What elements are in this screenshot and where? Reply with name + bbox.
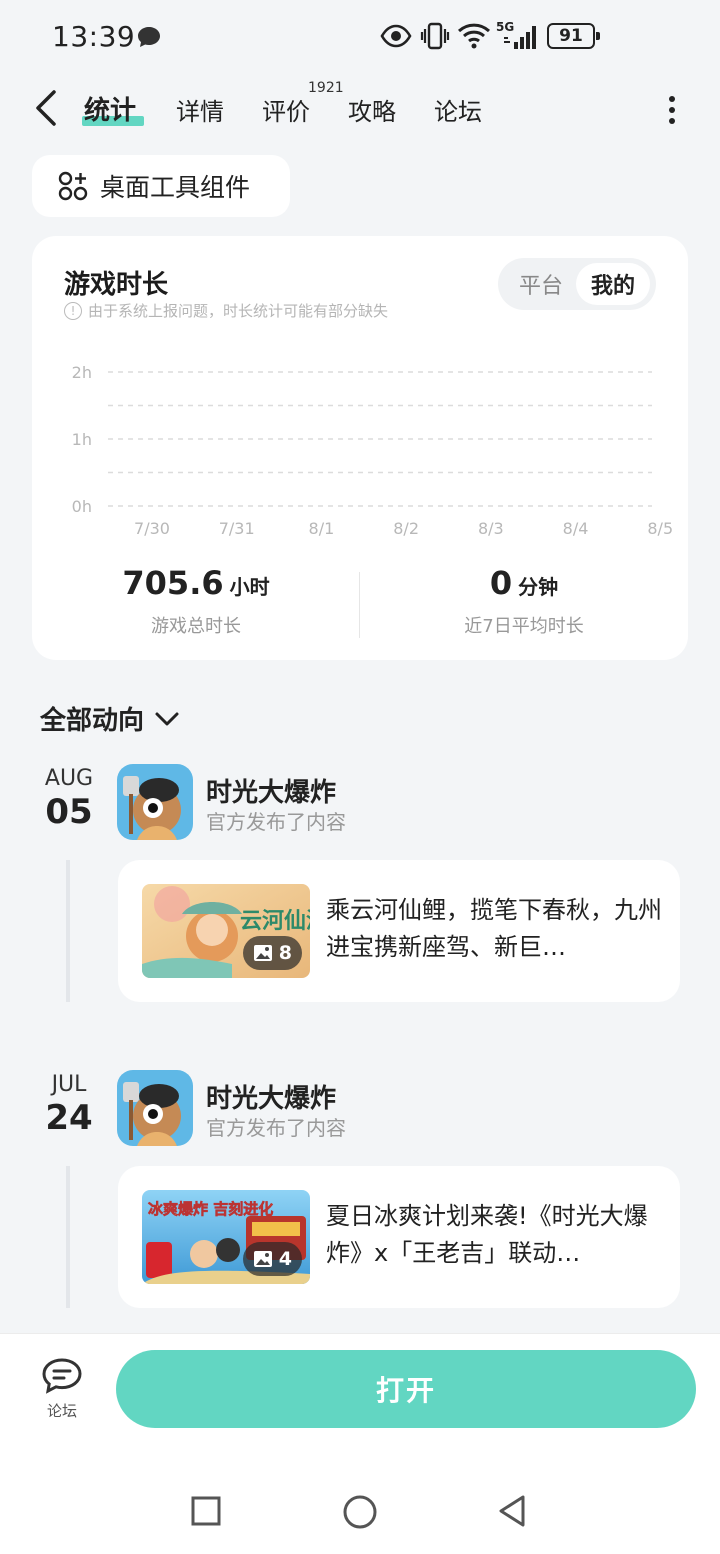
post-text: 夏日冰爽计划来袭!《时光大爆炸》x「王老吉」联动… [326,1202,648,1267]
wifi-icon [457,23,491,49]
y-tick-label: 2h [72,363,92,382]
signal-icon [504,26,536,49]
total-label: 游戏总时长 [151,616,241,637]
y-tick-label: 1h [72,430,92,449]
recent-apps-icon[interactable] [190,1495,222,1527]
average-play-time: 0 分钟 近7日平均时长 [360,564,688,638]
feed-filter-dropdown[interactable]: 全部动向 [40,700,180,737]
battery-icon: 91 [547,23,600,49]
thumb-title-text: 云河仙济 录 [240,908,310,934]
feed-filter-label: 全部动向 [40,706,145,736]
feed-subtitle: 官方发布了内容 [206,1116,346,1140]
timeline-line [66,1166,70,1308]
bottom-action-bar: 论坛 打开 [0,1333,720,1453]
toggle-mine[interactable]: 我的 [576,263,650,305]
tab-details[interactable]: 详情 [176,92,224,127]
post-card[interactable]: 冰爽爆炸 吉刻进化 4 夏日冰爽计划来袭!《时光大爆炸》x「王老吉」联动… [118,1166,680,1308]
post-card[interactable]: 云河仙济 录 8 乘云河仙鲤，揽笔下春秋，九州进宝携新座驾、新巨… [118,860,680,1002]
feed-date-month: JUL [51,1072,87,1097]
app-screen: 13:39 5G 91 统计 详情 评价 1921 攻略 论坛 桌面工具组件 游… [0,0,720,1554]
chevron-down-icon [155,712,179,725]
feed-item: AUG 05 时光大爆炸 官方发布了内容 云河仙 8 乘云河仙鲤，揽笔下春秋，九… [0,760,720,1010]
image-count: 4 [278,1248,292,1270]
play-time-note: ! 由于系统上报问题，时长统计可能有部分缺失 [64,300,388,321]
game-avatar[interactable] [117,764,193,840]
image-icon [253,945,272,961]
vibrate-icon [420,22,450,50]
open-game-button[interactable]: 打开 [116,1350,696,1428]
grid-add-icon [58,171,88,201]
play-time-title: 游戏时长 [64,270,169,300]
x-tick-label: 8/2 [393,519,419,538]
x-tick-label: 8/1 [309,519,335,538]
back-icon[interactable] [496,1493,528,1529]
forum-button[interactable]: 论坛 [36,1356,88,1421]
header-tabs: 统计 详情 评价 1921 攻略 论坛 [0,76,720,140]
post-thumbnail: 云河仙济 录 8 [142,884,310,978]
x-tick-label: 8/3 [478,519,504,538]
game-name[interactable]: 时光大爆炸 [206,772,336,809]
toggle-platform[interactable]: 平台 [504,263,578,305]
info-icon: ! [64,301,82,320]
play-time-note-text: 由于系统上报问题，时长统计可能有部分缺失 [88,302,389,320]
home-icon[interactable] [342,1494,378,1530]
battery-level: 91 [559,26,583,46]
x-tick-label: 7/31 [219,519,255,538]
total-value: 705.6 [122,564,224,602]
average-unit: 分钟 [518,575,559,599]
post-text: 乘云河仙鲤，揽笔下春秋，九州进宝携新座驾、新巨… [326,896,662,961]
tab-stats[interactable]: 统计 [84,90,136,127]
game-name[interactable]: 时光大爆炸 [206,1078,336,1115]
desktop-widget-button[interactable]: 桌面工具组件 [32,155,290,217]
x-tick-label: 7/30 [134,519,170,538]
eye-icon [380,24,412,48]
image-count: 8 [278,942,292,964]
tab-forum[interactable]: 论坛 [434,92,482,127]
average-label: 近7日平均时长 [464,616,584,637]
back-arrow-icon[interactable] [30,88,64,128]
status-bar: 13:39 5G 91 [0,0,720,72]
forum-chat-icon [42,1358,82,1394]
chat-bubble-icon [136,25,162,53]
play-time-card: 游戏时长 ! 由于系统上报问题，时长统计可能有部分缺失 平台 我的 2h 1h 0h… [32,236,688,660]
status-time: 13:39 [52,20,136,53]
image-count-badge: 4 [242,1242,302,1276]
x-tick-label: 8/4 [563,519,589,538]
timeline-line [66,860,70,1002]
reviews-count-badge: 1921 [308,80,344,96]
total-unit: 小时 [229,575,270,599]
x-tick-label: 8/5 [647,519,673,538]
play-time-chart: 2h 1h 0h 7/30 7/31 8/1 8/2 8/3 8/4 8/5 [72,363,673,538]
feed-date-day: 24 [45,1098,93,1138]
game-avatar[interactable] [117,1070,193,1146]
y-tick-label: 0h [72,497,92,516]
system-nav-bar [0,1453,720,1554]
desktop-widget-label: 桌面工具组件 [100,173,251,202]
tab-guides[interactable]: 攻略 [348,92,396,127]
image-icon [253,1251,272,1267]
feed-date-month: AUG [44,766,94,791]
average-value: 0 [489,564,513,602]
tab-reviews[interactable]: 评价 [262,92,310,127]
feed-item: JUL 24 时光大爆炸 官方发布了内容 冰爽爆炸 吉刻进化 4 夏日冰爽计划来… [0,1066,720,1316]
total-play-time: 705.6 小时 游戏总时长 [32,564,360,638]
post-thumbnail: 冰爽爆炸 吉刻进化 4 [142,1190,310,1284]
forum-label: 论坛 [46,1402,77,1420]
thumb-title-text: 冰爽爆炸 吉刻进化 [148,1200,273,1218]
more-vertical-icon[interactable] [662,94,682,126]
feed-subtitle: 官方发布了内容 [206,810,346,834]
feed-date-day: 05 [45,792,93,832]
data-source-toggle: 平台 我的 [498,258,656,310]
image-count-badge: 8 [242,936,302,970]
